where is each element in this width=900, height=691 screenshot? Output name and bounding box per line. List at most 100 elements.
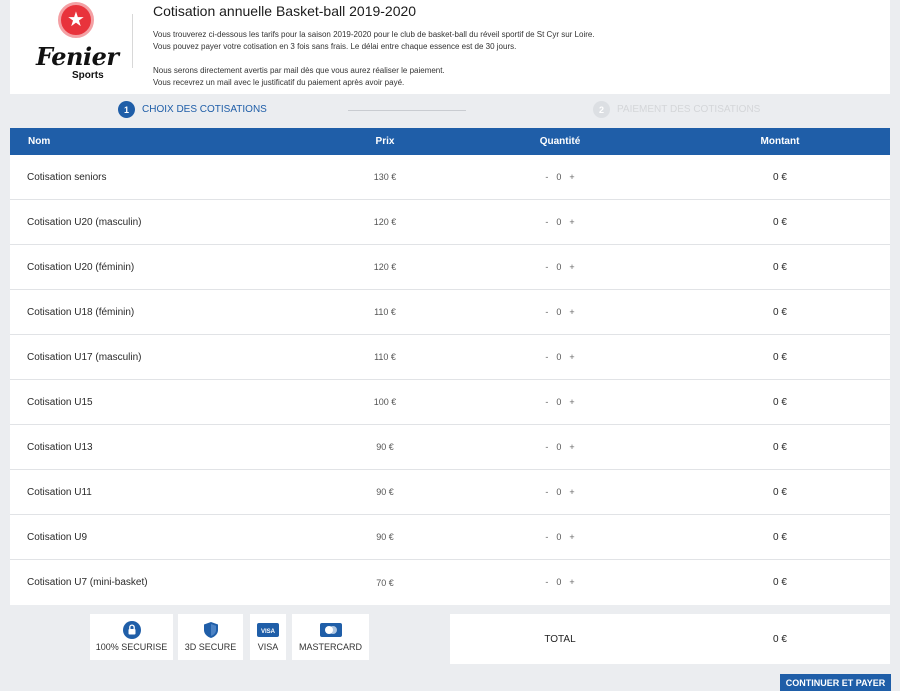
quantity-stepper: -0 +	[450, 217, 670, 228]
quantity-value: 0	[556, 261, 562, 272]
quantity-stepper: -0 +	[450, 352, 670, 363]
logo-sub: Sports	[72, 70, 104, 81]
row-amount: 0 €	[773, 216, 787, 228]
header-montant: Montant	[760, 136, 800, 147]
row-amount: 0 €	[773, 396, 787, 408]
description-line: Nous serons directement avertis par mail…	[153, 66, 445, 75]
cotisation-price: 120 €	[373, 262, 397, 272]
table-row: Cotisation U11 90 € -0 +0 €	[10, 470, 890, 515]
table-row: Cotisation U15 100 € -0 +0 €	[10, 380, 890, 425]
cotisation-name: Cotisation U18 (féminin)	[27, 306, 135, 318]
step-label: PAIEMENT DES COTISATIONS	[617, 104, 761, 115]
cotisation-price: 110 €	[374, 307, 396, 317]
description-line: Vous pouvez payer votre cotisation en 3 …	[153, 42, 517, 51]
visa-card-icon: VISA	[257, 623, 279, 637]
cotisation-price: 70 €	[376, 577, 394, 588]
badge-mastercard: MASTERCARD	[292, 614, 369, 660]
visa-icon-text: VISA	[261, 629, 276, 635]
quantity-stepper: -0 +	[450, 442, 670, 453]
row-amount: 0 €	[773, 441, 787, 453]
quantity-value: 0	[556, 577, 562, 587]
quantity-value: 0	[556, 351, 562, 362]
cotisation-price: 90 €	[376, 532, 394, 542]
cotisation-price: 120 €	[373, 217, 397, 227]
row-amount: 0 €	[773, 171, 787, 183]
table-row: Cotisation U7 (mini-basket) 70 € -0 +0 €	[10, 560, 890, 605]
header-quantite: Quantité	[539, 136, 581, 147]
increment-button[interactable]: +	[569, 532, 574, 542]
row-amount: 0 €	[773, 531, 787, 543]
increment-button[interactable]: +	[569, 442, 574, 452]
row-amount: 0 €	[773, 351, 787, 363]
cotisation-name: Cotisation U7 (mini-basket)	[27, 577, 148, 588]
badge-label: 3D SECURE	[184, 642, 237, 652]
quantity-stepper: -0 +	[450, 532, 670, 543]
club-logo: ★ Fenier Sports	[28, 2, 128, 84]
quantity-stepper: -0 +	[450, 487, 670, 498]
decrement-button[interactable]: -	[545, 352, 548, 362]
decrement-button[interactable]: -	[545, 577, 548, 587]
cotisation-name: Cotisation U17 (masculin)	[27, 351, 142, 363]
quantity-value: 0	[556, 396, 562, 407]
cotisation-name: Cotisation U20 (féminin)	[27, 261, 135, 273]
cotisation-name: Cotisation U13	[27, 441, 93, 453]
cotisation-price: 130 €	[373, 172, 397, 182]
badge-label: VISA	[257, 642, 279, 652]
table-row: Cotisation U9 90 € -0 +0 €	[10, 515, 890, 560]
quantity-stepper: -0 +	[450, 577, 670, 588]
table-header: Nom Prix Quantité Montant	[10, 128, 890, 155]
increment-button[interactable]: +	[569, 262, 574, 272]
decrement-button[interactable]: -	[545, 442, 548, 452]
decrement-button[interactable]: -	[545, 532, 548, 542]
table-row: Cotisation U20 (féminin) 120 € -0 +0 €	[10, 245, 890, 290]
row-amount: 0 €	[773, 577, 787, 588]
table-body: Cotisation seniors 130 € -0 +0 € Cotisation …	[10, 155, 890, 605]
badge-label: MASTERCARD	[298, 642, 362, 652]
step-choix-cotisations[interactable]: 1 CHOIX DES COTISATIONS	[118, 101, 267, 118]
step-label: CHOIX DES COTISATIONS	[142, 104, 267, 115]
cotisation-name: Cotisation U11	[27, 486, 92, 498]
row-amount: 0 €	[773, 306, 787, 318]
badge-label: 100% SECURISE	[95, 642, 168, 652]
description-line: Vous trouverez ci-dessous les tarifs pou…	[153, 30, 595, 39]
step-connector	[348, 110, 466, 111]
decrement-button[interactable]: -	[545, 307, 548, 317]
decrement-button[interactable]: -	[545, 217, 548, 227]
decrement-button[interactable]: -	[545, 397, 548, 407]
increment-button[interactable]: +	[569, 217, 574, 227]
decrement-button[interactable]: -	[545, 487, 548, 497]
description-line: Vous recevrez un mail avec le justificat…	[153, 78, 405, 87]
total-value: 0 €	[773, 633, 787, 645]
cotisation-price: 90 €	[376, 487, 394, 497]
table-row: Cotisation seniors 130 € -0 +0 €	[10, 155, 890, 200]
badge-100-securise: 100% SECURISE	[90, 614, 173, 660]
step-number: 2	[593, 101, 610, 118]
increment-button[interactable]: +	[569, 397, 574, 407]
badge-3d-secure: 3D SECURE	[178, 614, 243, 660]
cotisation-name: Cotisation seniors	[27, 171, 107, 183]
mastercard-icon	[319, 623, 342, 637]
decrement-button[interactable]: -	[545, 172, 548, 182]
row-amount: 0 €	[773, 261, 787, 273]
row-amount: 0 €	[773, 486, 787, 498]
increment-button[interactable]: +	[569, 352, 574, 362]
total-label: TOTAL	[544, 633, 576, 645]
quantity-value: 0	[556, 531, 562, 542]
continue-and-pay-button[interactable]: CONTINUER ET PAYER	[780, 674, 891, 691]
quantity-value: 0	[556, 486, 562, 497]
header-prix: Prix	[375, 136, 395, 147]
decrement-button[interactable]: -	[545, 262, 548, 272]
increment-button[interactable]: +	[569, 487, 574, 497]
shield-icon	[203, 622, 218, 638]
logo-word: Fenier	[36, 42, 119, 71]
increment-button[interactable]: +	[569, 172, 574, 182]
lock-icon	[122, 621, 141, 639]
quantity-value: 0	[556, 216, 562, 227]
increment-button[interactable]: +	[569, 307, 574, 317]
header-divider	[132, 14, 133, 68]
increment-button[interactable]: +	[569, 577, 574, 587]
cotisations-table: Nom Prix Quantité Montant Cotisation sen…	[10, 128, 890, 605]
step-number: 1	[118, 101, 135, 118]
table-row: Cotisation U20 (masculin) 120 € -0 +0 €	[10, 200, 890, 245]
quantity-stepper: -0 +	[450, 262, 670, 273]
